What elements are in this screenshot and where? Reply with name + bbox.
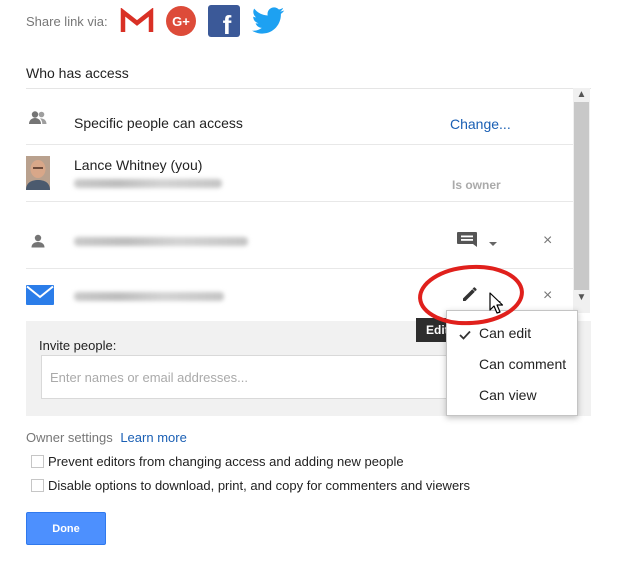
owner-role-label: Is owner <box>452 178 501 192</box>
owner-settings: Owner settings Learn more <box>26 430 187 445</box>
remove-editor-icon[interactable]: × <box>543 287 552 305</box>
owner-settings-label: Owner settings <box>26 430 113 445</box>
disable-download-checkbox[interactable] <box>31 479 44 492</box>
access-list: Specific people can access Change... Lan… <box>26 88 591 321</box>
share-link-row: Share link via: G+ f <box>26 5 296 37</box>
collaborator-email-blurred <box>74 237 248 246</box>
link-access-label: Specific people can access <box>74 115 243 131</box>
owner-email-blurred <box>74 179 222 188</box>
gmail-icon[interactable] <box>120 8 154 34</box>
avatar <box>26 156 50 190</box>
link-access-row: Specific people can access Change... <box>26 89 574 145</box>
mouse-cursor-icon <box>489 292 504 314</box>
owner-row: Lance Whitney (you) <box>26 146 574 202</box>
twitter-icon[interactable] <box>251 7 285 35</box>
mail-icon <box>26 285 54 305</box>
people-icon <box>26 106 50 130</box>
share-link-label: Share link via: <box>26 13 108 29</box>
menu-item-label: Can edit <box>479 325 532 341</box>
checkmark-icon <box>459 327 471 343</box>
facebook-icon[interactable]: f <box>207 5 240 37</box>
who-has-access-heading: Who has access <box>26 65 129 81</box>
change-access-link[interactable]: Change... <box>450 116 511 132</box>
scrollbar-thumb[interactable] <box>574 102 589 290</box>
prevent-editors-checkbox[interactable] <box>31 455 44 468</box>
collaborator-row: × <box>26 213 574 269</box>
scroll-up-icon[interactable]: ▲ <box>573 88 590 102</box>
invite-label: Invite people: <box>39 338 117 353</box>
chevron-down-icon[interactable] <box>488 234 498 252</box>
disable-download-option: Disable options to download, print, and … <box>31 478 470 493</box>
scroll-down-icon[interactable]: ▼ <box>573 291 590 305</box>
svg-text:G+: G+ <box>172 14 190 29</box>
menu-item-can-edit[interactable]: Can edit <box>447 319 577 347</box>
comment-permission-icon[interactable] <box>456 231 478 256</box>
person-icon <box>26 229 50 253</box>
disable-download-label: Disable options to download, print, and … <box>48 478 470 493</box>
learn-more-link[interactable]: Learn more <box>120 430 186 445</box>
remove-collaborator-icon[interactable]: × <box>543 232 552 250</box>
menu-item-label: Can view <box>479 387 537 403</box>
edit-permission-icon[interactable] <box>460 284 480 309</box>
invite-input[interactable] <box>41 355 447 399</box>
access-list-scrollbar[interactable]: ▲ ▼ <box>573 88 590 313</box>
menu-item-can-comment[interactable]: Can comment <box>447 350 577 378</box>
done-button[interactable]: Done <box>26 512 106 545</box>
prevent-editors-label: Prevent editors from changing access and… <box>48 454 404 469</box>
menu-item-label: Can comment <box>479 356 567 372</box>
prevent-editors-option: Prevent editors from changing access and… <box>31 454 404 469</box>
svg-text:f: f <box>222 10 231 37</box>
google-plus-icon[interactable]: G+ <box>165 5 197 37</box>
menu-item-can-view[interactable]: Can view <box>447 381 577 409</box>
editor-email-blurred <box>74 292 224 301</box>
permission-dropdown: Can edit Can comment Can view <box>446 310 578 416</box>
owner-name: Lance Whitney (you) <box>74 157 203 173</box>
